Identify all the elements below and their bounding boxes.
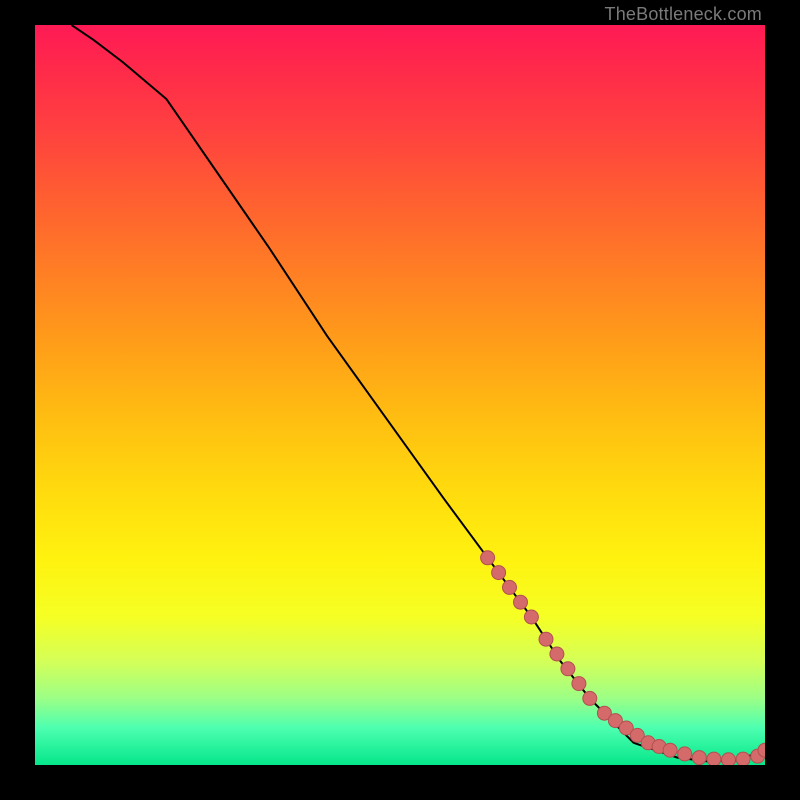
- data-point: [692, 751, 706, 765]
- data-point: [678, 747, 692, 761]
- data-point: [503, 580, 517, 594]
- data-point: [663, 743, 677, 757]
- data-point: [524, 610, 538, 624]
- data-point: [514, 595, 528, 609]
- watermark-text: TheBottleneck.com: [605, 4, 762, 25]
- data-point: [550, 647, 564, 661]
- data-point: [707, 752, 721, 765]
- chart-svg: [35, 25, 765, 765]
- data-point: [561, 662, 575, 676]
- data-point: [572, 677, 586, 691]
- plot-area: [35, 25, 765, 765]
- data-point: [583, 691, 597, 705]
- chart-frame: TheBottleneck.com: [0, 0, 800, 800]
- data-point: [736, 752, 750, 765]
- data-point: [481, 551, 495, 565]
- data-point: [492, 566, 506, 580]
- data-point: [539, 632, 553, 646]
- bottleneck-curve: [72, 25, 766, 761]
- data-point: [722, 753, 736, 765]
- highlight-dots: [481, 551, 765, 765]
